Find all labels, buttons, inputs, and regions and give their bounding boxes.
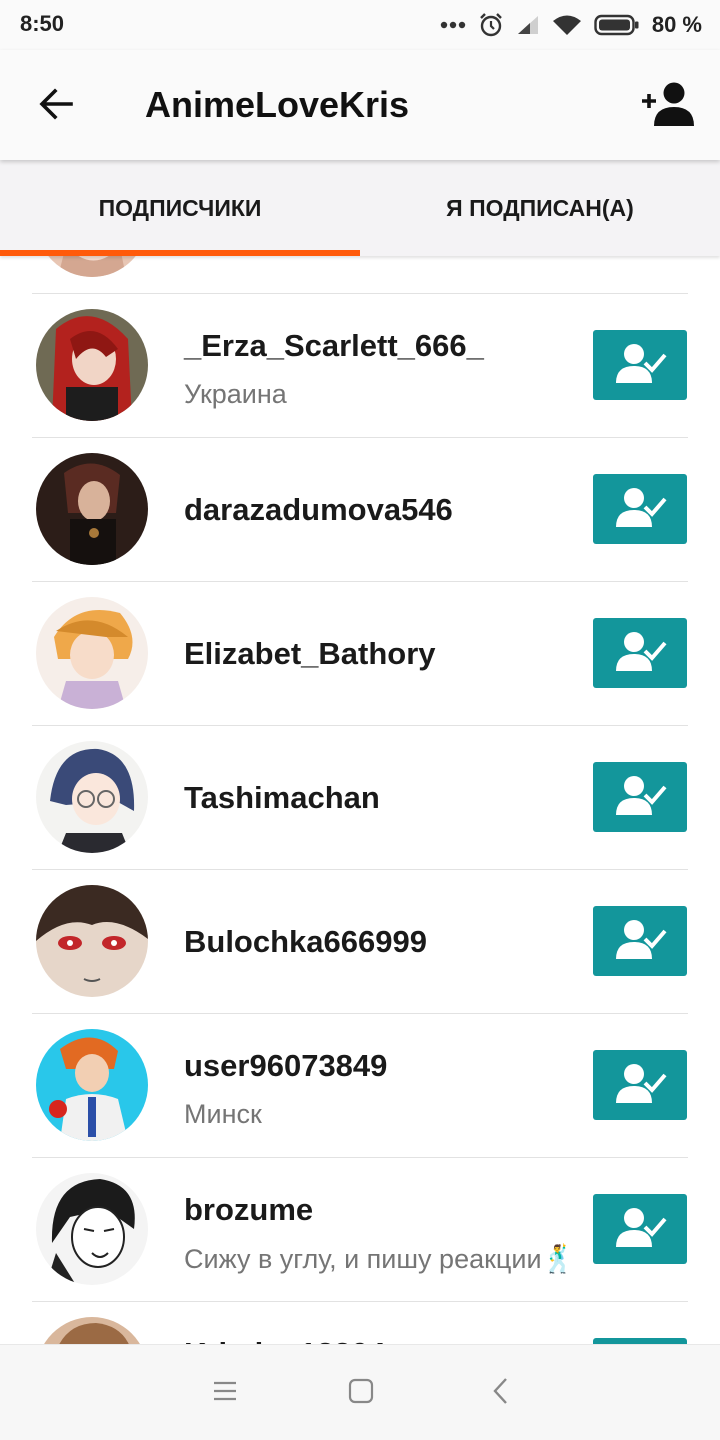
avatar xyxy=(36,741,148,853)
following-button[interactable] xyxy=(593,762,687,832)
home-button[interactable] xyxy=(341,1373,381,1413)
user-name[interactable]: darazadumova546 xyxy=(184,492,453,528)
menu-icon xyxy=(212,1380,238,1407)
user-check-icon xyxy=(612,629,668,678)
home-square-icon xyxy=(348,1378,374,1409)
avatar xyxy=(36,1317,148,1344)
avatar xyxy=(36,1029,148,1141)
list-item[interactable]: _Erza_Scarlett_666_ Украина xyxy=(0,293,720,437)
system-back-button[interactable] xyxy=(480,1373,520,1413)
user-check-icon xyxy=(612,773,668,822)
arrow-left-icon xyxy=(38,87,74,125)
user-name[interactable]: Elizabet_Bathory xyxy=(184,636,436,672)
user-name[interactable]: user96073849 xyxy=(184,1048,387,1084)
avatar xyxy=(36,885,148,997)
user-status: Сижу в углу, и пишу реакции🕺 xyxy=(184,1244,576,1274)
add-user-icon xyxy=(640,81,696,132)
followers-list: _Erza_Scarlett_666_ Украина darazadumova… xyxy=(0,256,720,1344)
system-nav-bar xyxy=(0,1344,720,1440)
following-button[interactable] xyxy=(593,906,687,976)
avatar xyxy=(36,453,148,565)
tab-bar: ПОДПИСЧИКИ Я ПОДПИСАН(А) xyxy=(0,160,720,256)
user-location: Украина xyxy=(184,379,287,409)
list-item[interactable]: brozume Сижу в углу, и пишу реакции🕺 xyxy=(0,1157,720,1301)
user-name[interactable]: Bulochka666999 xyxy=(184,924,427,960)
list-item[interactable]: Tashimachan xyxy=(0,725,720,869)
user-check-icon xyxy=(612,917,668,966)
app-bar: AnimeLoveKris xyxy=(0,50,720,160)
user-name[interactable]: Tashimachan xyxy=(184,780,380,816)
battery-icon xyxy=(594,14,640,36)
list-item[interactable] xyxy=(0,256,720,293)
back-button[interactable] xyxy=(30,80,82,132)
page-title: AnimeLoveKris xyxy=(145,84,410,125)
add-user-button[interactable] xyxy=(638,78,698,134)
more-dots-icon xyxy=(440,21,466,29)
avatar xyxy=(36,256,148,277)
user-location: Минск xyxy=(184,1099,262,1129)
list-item[interactable]: darazadumova546 xyxy=(0,437,720,581)
back-chevron-icon xyxy=(490,1377,510,1410)
list-item[interactable]: Elizabet_Bathory xyxy=(0,581,720,725)
signal-icon xyxy=(516,14,540,36)
user-check-icon xyxy=(612,1205,668,1254)
following-button[interactable] xyxy=(593,618,687,688)
avatar xyxy=(36,309,148,421)
following-button[interactable] xyxy=(593,474,687,544)
battery-percentage: 80 % xyxy=(651,12,702,37)
user-name[interactable]: brozume xyxy=(184,1192,313,1228)
tab-followers[interactable]: ПОДПИСЧИКИ xyxy=(0,160,360,256)
user-name[interactable]: _Erza_Scarlett_666_ xyxy=(184,328,484,364)
alarm-icon xyxy=(478,12,504,38)
list-item[interactable]: Kristina12304 xyxy=(0,1301,720,1344)
tab-following[interactable]: Я ПОДПИСАН(А) xyxy=(360,160,720,256)
user-check-icon xyxy=(612,485,668,534)
status-icons: 80 % xyxy=(440,10,702,40)
avatar xyxy=(36,597,148,709)
list-item[interactable]: Bulochka666999 xyxy=(0,869,720,1013)
user-name[interactable]: Kristina12304 xyxy=(184,1336,386,1344)
user-check-icon xyxy=(612,341,668,390)
wifi-icon xyxy=(552,14,582,36)
list-item[interactable]: user96073849 Минск xyxy=(0,1013,720,1157)
following-button[interactable] xyxy=(593,1194,687,1264)
status-time: 8:50 xyxy=(20,11,65,36)
avatar xyxy=(36,1173,148,1285)
following-button[interactable] xyxy=(593,1050,687,1120)
status-bar: 8:50 80 % xyxy=(0,0,720,50)
user-check-icon xyxy=(612,1061,668,1110)
recents-button[interactable] xyxy=(205,1373,245,1413)
following-button[interactable] xyxy=(593,330,687,400)
